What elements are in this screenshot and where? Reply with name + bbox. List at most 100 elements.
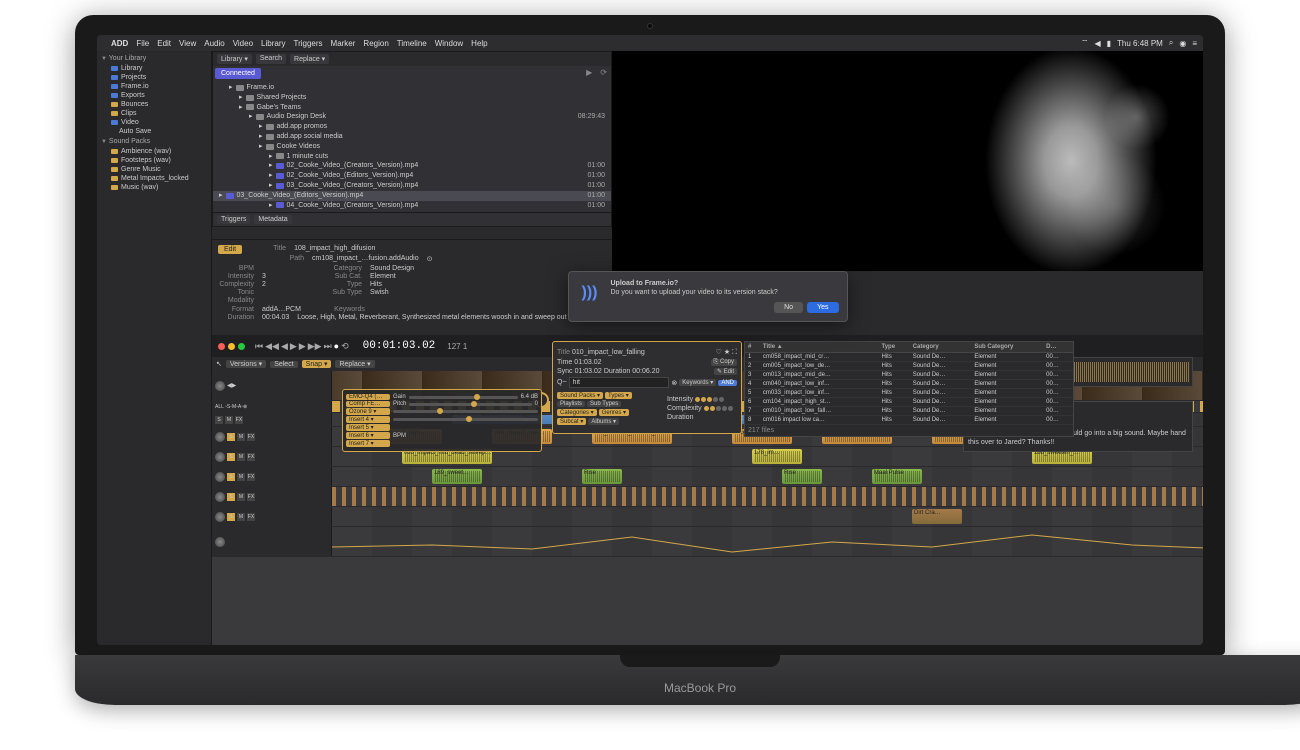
lib-tab-replace[interactable]: Replace ▾ xyxy=(290,54,329,64)
gain-slider[interactable] xyxy=(409,396,518,399)
col-header[interactable]: Category xyxy=(910,342,972,353)
search-input[interactable] xyxy=(569,377,670,388)
clock[interactable]: Thu 6:48 PM xyxy=(1117,39,1163,48)
insert-slot[interactable]: Insert 4 ▾ xyxy=(346,416,390,423)
filter-tag[interactable]: Categories ▾ xyxy=(557,409,597,416)
sub-tab-metadata[interactable]: Metadata xyxy=(254,215,291,224)
pointer-tool-icon[interactable]: ↖ xyxy=(216,360,222,368)
tree-row[interactable]: ▸03_Cooke_Video_(Editors_Version).mp401:… xyxy=(213,191,611,201)
refresh-icon[interactable]: ⟳ xyxy=(600,68,607,77)
menu-library[interactable]: Library xyxy=(261,39,285,48)
fwd-end-icon[interactable]: ⏭ xyxy=(324,341,332,352)
menu-marker[interactable]: Marker xyxy=(331,39,356,48)
sidebar-item[interactable]: Frame.io xyxy=(121,83,149,90)
menu-audio[interactable]: Audio xyxy=(204,39,224,48)
menu-window[interactable]: Window xyxy=(435,39,463,48)
slider[interactable] xyxy=(393,410,538,413)
tree-row[interactable]: ▸1 minute cuts xyxy=(219,152,605,162)
volume-icon[interactable]: ◀ xyxy=(1094,39,1100,48)
clear-icon[interactable]: ⊗ xyxy=(671,379,677,387)
intensity-dots[interactable] xyxy=(695,397,724,402)
col-header[interactable]: # xyxy=(745,342,760,353)
sidebar-item[interactable]: Bounces xyxy=(121,101,148,108)
clip-region[interactable]: Rise xyxy=(582,469,622,484)
insert-slot[interactable]: Ozone 9 ▾ xyxy=(346,408,390,415)
automation-track[interactable] xyxy=(212,527,1203,557)
audio-track[interactable]: SMFX Dirt Cra… xyxy=(212,507,1203,527)
sidebar-packs-header[interactable]: Sound Packs xyxy=(109,138,150,145)
sidebar-item[interactable]: Auto Save xyxy=(119,128,151,135)
table-row[interactable]: 1cm058_impact_mid_cr…HitsSound De…Elemen… xyxy=(745,353,1073,362)
sidebar-item[interactable]: Genre Music xyxy=(121,166,161,173)
insert-slot[interactable]: Insert 6 ▾ xyxy=(346,432,390,439)
sidebar-item[interactable]: Video xyxy=(121,119,139,126)
sidebar-item[interactable]: Library xyxy=(121,65,142,72)
menu-view[interactable]: View xyxy=(179,39,196,48)
table-row[interactable]: 8cm016 impact low ca…HitsSound De…Elemen… xyxy=(745,416,1073,425)
menu-region[interactable]: Region xyxy=(363,39,388,48)
insert-slot[interactable]: Comp FE… xyxy=(346,401,390,407)
insert-slot[interactable]: Insert 5 ▾ xyxy=(346,424,390,431)
complexity-dots[interactable] xyxy=(704,406,733,411)
menu-help[interactable]: Help xyxy=(471,39,487,48)
close-icon[interactable] xyxy=(218,343,225,350)
tl-replace[interactable]: Replace ▾ xyxy=(335,360,374,368)
step-back-icon[interactable]: ◀ xyxy=(281,341,288,352)
sidebar-item[interactable]: Projects xyxy=(121,74,146,81)
sidebar-item[interactable]: Exports xyxy=(121,92,145,99)
tree-row[interactable]: ▸Frame.io xyxy=(219,83,605,93)
filter-tag[interactable]: Sub Types xyxy=(587,401,621,407)
sidebar-item[interactable]: Clips xyxy=(121,110,137,117)
audio-track[interactable]: SMFX xyxy=(212,487,1203,507)
slider[interactable] xyxy=(393,418,538,421)
clip-region[interactable]: Maal Pulse xyxy=(872,469,922,484)
tree-row[interactable]: ▸Audio Design Desk08:29:43 xyxy=(219,112,605,122)
step-fwd-icon[interactable]: ▶ xyxy=(299,341,306,352)
wifi-icon[interactable]: ⌔ xyxy=(1081,38,1089,48)
copy-button[interactable]: ⎘ Copy xyxy=(711,359,737,366)
clip-region[interactable]: Rise xyxy=(782,469,822,484)
rewind-icon[interactable]: ◀◀ xyxy=(265,341,279,352)
insert-slot[interactable]: Insert 7 ▾ xyxy=(346,440,390,447)
clip-region[interactable]: Dirt Cra… xyxy=(912,509,962,524)
insert-slot[interactable]: EMO-Q4 (… xyxy=(346,394,390,400)
reveal-icon[interactable]: ⊙ xyxy=(427,255,433,263)
rewind-start-icon[interactable]: ⏮ xyxy=(255,341,263,352)
zoom-icon[interactable] xyxy=(238,343,245,350)
clip-region[interactable]: 189_sweet… xyxy=(432,469,482,484)
sub-tab-triggers[interactable]: Triggers xyxy=(217,215,250,224)
tree-row[interactable]: ▸add.app promos xyxy=(219,122,605,132)
filter-tag[interactable]: Genres ▾ xyxy=(599,409,629,416)
tree-row[interactable]: ▸02_Cooke_Video_(Editors_Version).mp401:… xyxy=(219,171,605,181)
play-icon[interactable]: ▶ xyxy=(586,68,592,77)
tree-row[interactable]: ▸04_Cooke_Video_(Creators_Version).mp401… xyxy=(219,201,605,211)
tree-row[interactable]: ▸03_Cooke_Video_(Creators_Version).mp401… xyxy=(219,181,605,191)
edit-button[interactable]: ✎ Edit xyxy=(714,368,737,375)
lib-tab-library[interactable]: Library ▾ xyxy=(217,54,252,64)
menu-timeline[interactable]: Timeline xyxy=(397,39,427,48)
col-header[interactable]: Sub Category xyxy=(971,342,1043,353)
tl-versions[interactable]: Versions ▾ xyxy=(226,360,266,368)
menu-file[interactable]: File xyxy=(136,39,149,48)
tl-snap[interactable]: Snap ▾ xyxy=(302,360,332,368)
app-name[interactable]: ADD xyxy=(111,39,128,48)
table-row[interactable]: 7cm010_impact_low_fall…HitsSound De…Elem… xyxy=(745,407,1073,416)
notifications-icon[interactable]: ≡ xyxy=(1192,39,1197,48)
table-row[interactable]: 4cm040_impact_low_inf…HitsSound De…Eleme… xyxy=(745,380,1073,389)
filter-tag[interactable]: Sound Packs ▾ xyxy=(557,392,603,399)
audio-track[interactable]: SMFX 189_sweet… Rise Rise Maal Pulse xyxy=(212,467,1203,487)
tree-row[interactable]: ▸add.app social media xyxy=(219,132,605,142)
edit-button[interactable]: Edit xyxy=(218,245,242,254)
sidebar-item[interactable]: Footsteps (wav) xyxy=(121,157,171,164)
dialog-yes-button[interactable]: Yes xyxy=(807,302,838,313)
table-row[interactable]: 3cm013_impact_mid_de…HitsSound De…Elemen… xyxy=(745,371,1073,380)
sidebar-item[interactable]: Music (wav) xyxy=(121,184,158,191)
col-header[interactable]: D… xyxy=(1043,342,1073,353)
minimize-icon[interactable] xyxy=(228,343,235,350)
filter-tag[interactable]: Playlists xyxy=(557,401,585,407)
col-header[interactable]: Type xyxy=(879,342,910,353)
table-row[interactable]: 6cm104_impact_high_st…HitsSound De…Eleme… xyxy=(745,398,1073,407)
filter-tag[interactable]: Types ▾ xyxy=(605,392,632,399)
filter-tag[interactable]: Subcat ▾ xyxy=(557,418,586,425)
clip-region[interactable]: 178_im… xyxy=(752,449,802,464)
